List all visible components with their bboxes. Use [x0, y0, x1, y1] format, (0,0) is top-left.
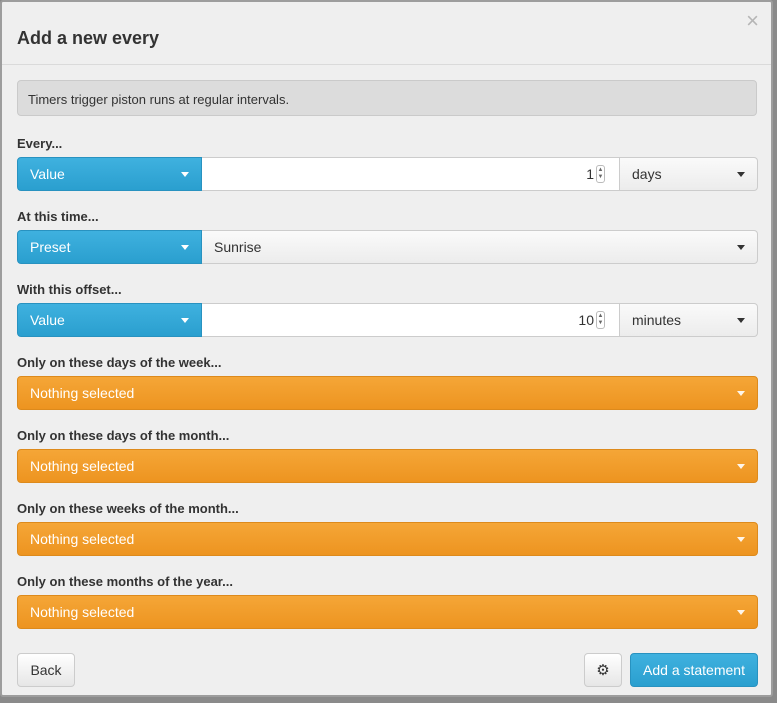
every-row: Value 1 ▲ ▼ days	[17, 157, 758, 191]
days-of-month-dropdown[interactable]: Nothing selected	[17, 449, 758, 483]
months-of-year-value: Nothing selected	[30, 604, 135, 620]
caret-down-icon	[737, 171, 745, 177]
header-divider	[2, 64, 771, 65]
close-icon[interactable]: ×	[746, 10, 759, 32]
caret-down-icon	[737, 390, 745, 396]
time-label: At this time...	[17, 209, 99, 224]
months-of-year-label: Only on these months of the year...	[17, 574, 233, 589]
weeks-of-month-label: Only on these weeks of the month...	[17, 501, 239, 516]
offset-row: Value 10 ▲ ▼ minutes	[17, 303, 758, 337]
back-button[interactable]: Back	[17, 653, 75, 687]
caret-down-icon	[737, 536, 745, 542]
every-unit-dropdown[interactable]: days	[620, 157, 758, 191]
every-value: 1	[586, 166, 594, 182]
settings-button[interactable]: ⚙	[584, 653, 622, 687]
add-every-dialog: × Add a new every Timers trigger piston …	[0, 0, 773, 697]
offset-value-input[interactable]: 10 ▲ ▼	[202, 303, 620, 337]
every-type-dropdown[interactable]: Value	[17, 157, 202, 191]
caret-down-icon	[737, 244, 745, 250]
offset-unit-label: minutes	[632, 312, 682, 328]
days-of-week-dropdown[interactable]: Nothing selected	[17, 376, 758, 410]
dialog-title: Add a new every	[17, 28, 160, 48]
offset-type-dropdown[interactable]: Value	[17, 303, 202, 337]
offset-value: 10	[578, 312, 594, 328]
caret-down-icon	[181, 171, 189, 177]
offset-type-label: Value	[30, 312, 65, 328]
every-type-label: Value	[30, 166, 65, 182]
weeks-of-month-value: Nothing selected	[30, 531, 135, 547]
every-label: Every...	[17, 136, 63, 151]
days-of-month-label: Only on these days of the month...	[17, 428, 230, 443]
days-of-week-label: Only on these days of the week...	[17, 355, 222, 370]
offset-label: With this offset...	[17, 282, 122, 297]
add-statement-button[interactable]: Add a statement	[630, 653, 758, 687]
caret-down-icon	[737, 317, 745, 323]
weeks-of-month-dropdown[interactable]: Nothing selected	[17, 522, 758, 556]
time-type-dropdown[interactable]: Preset	[17, 230, 202, 264]
every-unit-label: days	[632, 166, 662, 182]
time-preset-label: Sunrise	[214, 239, 262, 255]
gear-icon: ⚙	[596, 662, 610, 679]
caret-down-icon	[737, 463, 745, 469]
caret-down-icon	[737, 609, 745, 615]
time-type-label: Preset	[30, 239, 71, 255]
days-of-month-value: Nothing selected	[30, 458, 135, 474]
every-value-input[interactable]: 1 ▲ ▼	[202, 157, 620, 191]
spinner-icon[interactable]: ▲ ▼	[596, 311, 605, 329]
info-message: Timers trigger piston runs at regular in…	[17, 80, 757, 116]
time-row: Preset Sunrise	[17, 230, 758, 264]
caret-down-icon	[181, 317, 189, 323]
time-preset-dropdown[interactable]: Sunrise	[202, 230, 758, 264]
months-of-year-dropdown[interactable]: Nothing selected	[17, 595, 758, 629]
offset-unit-dropdown[interactable]: minutes	[620, 303, 758, 337]
caret-down-icon	[181, 244, 189, 250]
spinner-icon[interactable]: ▲ ▼	[596, 165, 605, 183]
days-of-week-value: Nothing selected	[30, 385, 135, 401]
